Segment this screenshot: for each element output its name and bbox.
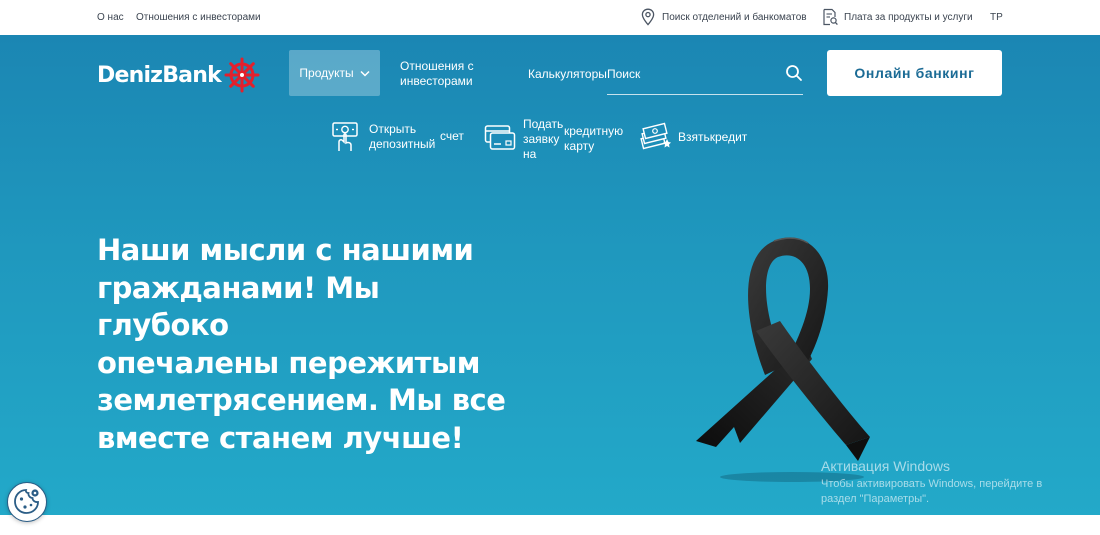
search-icon[interactable] xyxy=(785,64,803,82)
watermark-line2: раздел "Параметры". xyxy=(821,493,930,505)
headline-line: землетрясением. Мы все xyxy=(97,383,506,417)
hero-headline: Наши мысли с нашими гражданами! Мы глубо… xyxy=(97,232,517,457)
take-credit-link[interactable]: Взятькредит xyxy=(640,121,755,153)
cookie-icon xyxy=(14,489,39,514)
deposit-line2: депозитный xyxy=(369,137,436,151)
branch-search-link[interactable]: Поиск отделений и банкоматов xyxy=(662,12,807,23)
language-switch[interactable]: TP xyxy=(990,12,1003,23)
investors-nav-link[interactable]: Отношения с инвесторами xyxy=(400,59,492,89)
headline-line: вместе станем лучше! xyxy=(97,420,464,455)
deposit-line1: Открыть xyxy=(369,122,417,136)
about-link[interactable]: О нас xyxy=(97,12,124,23)
search-box xyxy=(607,63,803,95)
location-pin-icon xyxy=(641,8,655,26)
payments-link[interactable]: Плата за продукты и услуги xyxy=(844,12,973,23)
card-line3: на xyxy=(523,147,537,161)
credit-card-icon xyxy=(484,125,516,150)
headline-line: Наши мысли с нашими xyxy=(97,233,474,267)
card-side2: карту xyxy=(564,139,595,153)
open-deposit-link[interactable]: Открыть депозитный счет xyxy=(330,119,470,155)
windows-activation-watermark: Активация Windows Чтобы активировать Win… xyxy=(821,458,1081,507)
document-search-icon xyxy=(823,8,838,26)
deposit-money-icon xyxy=(332,122,358,151)
cookie-settings-button[interactable] xyxy=(7,482,47,522)
deposit-side: счет xyxy=(440,129,464,143)
top-bar: О нас Отношения с инвесторами Поиск отде… xyxy=(0,0,1100,35)
ship-wheel-icon xyxy=(224,57,260,93)
headline-line: опечалены пережитым xyxy=(97,345,480,380)
mourning-ribbon-image xyxy=(696,237,870,482)
hero-banner: DenizBank Продукты Отношения с инвестора… xyxy=(0,35,1100,515)
denizbank-logo[interactable]: DenizBank xyxy=(97,55,260,95)
credit-label: Взятькредит xyxy=(678,130,748,144)
search-input[interactable] xyxy=(607,66,777,82)
watermark-line1: Чтобы активировать Windows, перейдите в xyxy=(821,478,1043,490)
online-banking-button[interactable]: Онлайн банкинг xyxy=(827,50,1002,96)
chevron-down-icon xyxy=(360,70,370,77)
card-line2: заявку xyxy=(523,132,560,146)
products-menu-button[interactable]: Продукты xyxy=(289,50,380,96)
page-below-hero xyxy=(0,515,1100,535)
watermark-title: Активация Windows xyxy=(821,458,951,474)
headline-line: гражданами! Мы глубоко xyxy=(97,270,380,343)
calculators-nav-link[interactable]: Калькуляторы xyxy=(528,67,607,82)
card-line1: Подать xyxy=(523,117,564,131)
products-label: Продукты xyxy=(299,66,354,80)
money-stack-icon xyxy=(640,122,671,150)
card-side1: кредитную xyxy=(564,124,624,138)
investors-top-link[interactable]: Отношения с инвесторами xyxy=(136,12,261,23)
logo-text: DenizBank xyxy=(97,62,222,88)
apply-credit-card-link[interactable]: Подать заявку на кредитную карту xyxy=(484,117,629,163)
